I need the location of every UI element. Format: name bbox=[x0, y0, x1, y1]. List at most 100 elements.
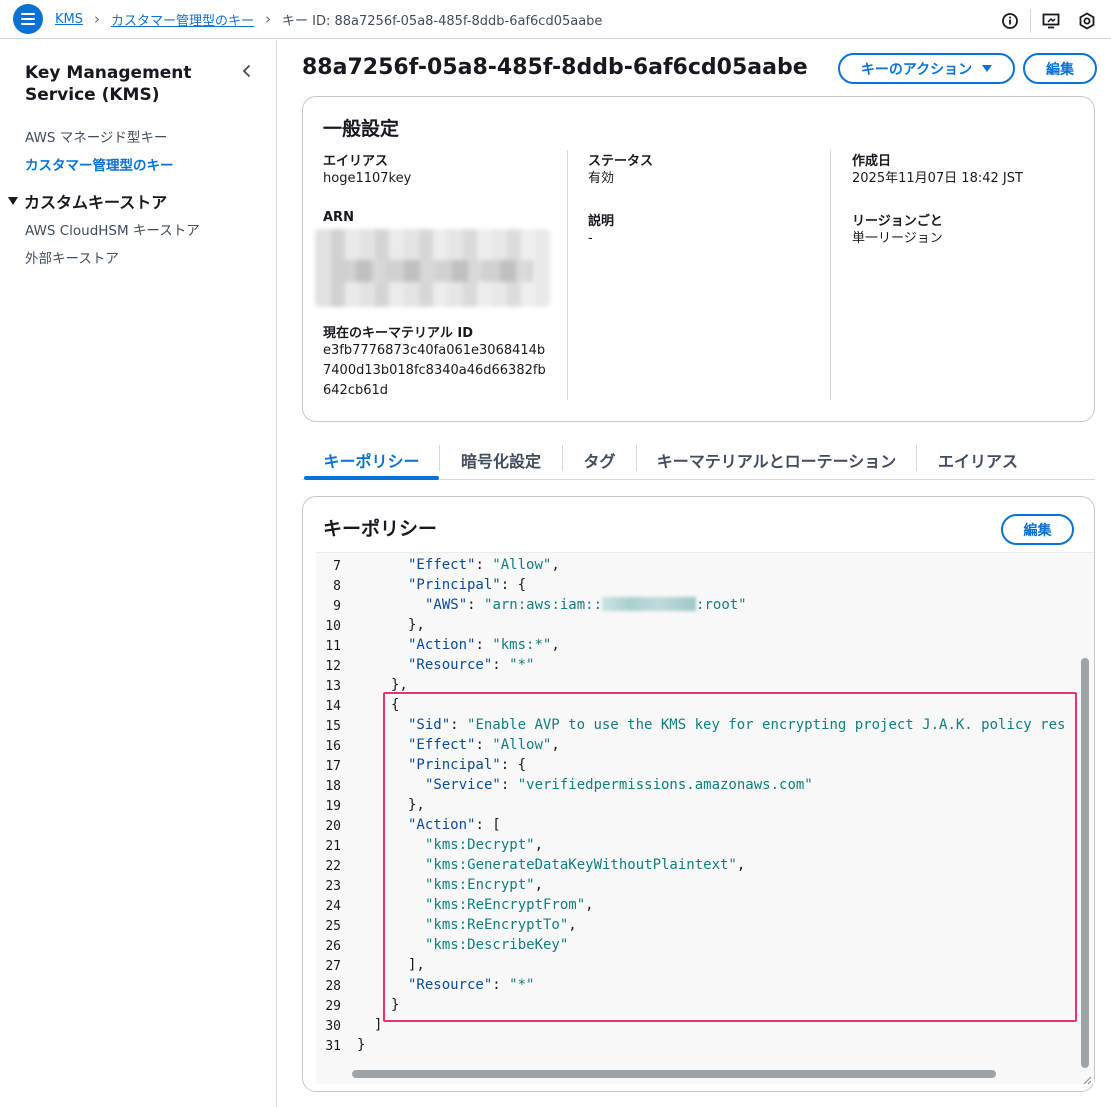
column-divider bbox=[830, 150, 831, 400]
key-actions-button[interactable]: キーのアクション bbox=[838, 53, 1015, 84]
breadcrumb-current: キー ID: 88a7256f-05a8-485f-8ddb-6af6cd05a… bbox=[282, 14, 603, 29]
line-number: 30 bbox=[325, 1019, 341, 1034]
sidebar-title-line1: Key Management bbox=[25, 63, 192, 83]
tab-key-material-rotation[interactable]: キーマテリアルとローテーション bbox=[637, 440, 916, 480]
alias-value: hoge1107key bbox=[323, 171, 412, 186]
key-material-line: 642cb61d bbox=[323, 383, 389, 398]
active-tab-indicator bbox=[304, 476, 439, 480]
line-number: 20 bbox=[325, 819, 341, 834]
sidebar-title[interactable]: Key Management Service (KMS) bbox=[25, 62, 192, 106]
breadcrumb-link-kms[interactable]: KMS bbox=[55, 12, 83, 27]
account-id-redacted bbox=[602, 597, 697, 611]
key-material-line: e3fb7776873c40fa061e3068414b bbox=[323, 343, 546, 358]
code-line: "Action": [ bbox=[408, 817, 501, 833]
line-number: 25 bbox=[325, 919, 341, 934]
code-line: } bbox=[391, 997, 400, 1013]
line-number: 10 bbox=[325, 619, 341, 634]
resize-handle-icon[interactable] bbox=[1080, 1073, 1092, 1085]
menu-icon-bar bbox=[21, 13, 35, 15]
code-line: "kms:ReEncryptTo", bbox=[425, 917, 577, 933]
horizontal-scrollbar[interactable] bbox=[352, 1070, 996, 1078]
settings-hex-icon[interactable] bbox=[1077, 11, 1097, 31]
code-line: }, bbox=[391, 677, 408, 693]
status-label: ステータス bbox=[588, 154, 654, 169]
code-line: "kms:DescribeKey" bbox=[425, 937, 569, 953]
tab-encryption-settings[interactable]: 暗号化設定 bbox=[440, 440, 562, 480]
code-line: "Sid": "Enable AVP to use the KMS key fo… bbox=[408, 717, 1066, 733]
code-line: ] bbox=[374, 1017, 383, 1033]
vertical-scrollbar[interactable] bbox=[1081, 658, 1089, 1068]
line-number: 9 bbox=[333, 599, 341, 614]
line-number: 19 bbox=[325, 799, 341, 814]
edit-key-button[interactable]: 編集 bbox=[1023, 53, 1097, 84]
code-line: "Action": "kms:*", bbox=[408, 637, 560, 653]
page-title: 88a7256f-05a8-485f-8ddb-6af6cd05aabe bbox=[302, 55, 808, 80]
sidebar-title-line2: Service (KMS) bbox=[25, 85, 160, 105]
caret-down-icon bbox=[8, 197, 18, 205]
code-line: "Principal": { bbox=[408, 757, 527, 773]
status-value: 有効 bbox=[588, 171, 615, 186]
caret-down-icon bbox=[982, 65, 993, 72]
line-number: 12 bbox=[325, 659, 341, 674]
line-number: 28 bbox=[325, 979, 341, 994]
info-icon[interactable] bbox=[1000, 11, 1020, 31]
line-number: 26 bbox=[325, 939, 341, 954]
tab-tags[interactable]: タグ bbox=[563, 440, 636, 480]
line-number: 17 bbox=[325, 759, 341, 774]
sidebar-section-custom-key-stores[interactable]: カスタムキーストア bbox=[8, 189, 167, 213]
toolbar-divider bbox=[1030, 9, 1031, 33]
line-number: 16 bbox=[325, 739, 341, 754]
key-material-line: 7400d13b018fc8340a46d66382fb bbox=[323, 363, 546, 378]
line-number: 18 bbox=[325, 779, 341, 794]
code-line: "kms:ReEncryptFrom", bbox=[425, 897, 594, 913]
chevron-left-icon[interactable] bbox=[239, 63, 255, 79]
chevron-right-icon: › bbox=[265, 10, 272, 28]
arn-value-redacted-row bbox=[338, 260, 533, 282]
hamburger-menu-button[interactable] bbox=[13, 4, 43, 34]
line-number: 14 bbox=[325, 699, 341, 714]
code-line: }, bbox=[408, 617, 425, 633]
sidebar-item-external-key-store[interactable]: 外部キーストア bbox=[25, 247, 119, 267]
breadcrumb: KMS › カスタマー管理型のキー › キー ID: 88a7256f-05a8… bbox=[55, 10, 603, 30]
line-number: 22 bbox=[325, 859, 341, 874]
created-value: 2025年11月07日 18:42 JST bbox=[852, 171, 1023, 186]
general-settings-title: 一般設定 bbox=[323, 118, 400, 140]
code-line: "Service": "verifiedpermissions.amazonaw… bbox=[425, 777, 813, 793]
line-number: 29 bbox=[325, 999, 341, 1014]
description-value: - bbox=[588, 231, 593, 246]
sidebar-item-cloudhsm-key-store[interactable]: AWS CloudHSM キーストア bbox=[25, 219, 200, 239]
code-line: "kms:Decrypt", bbox=[425, 837, 544, 853]
key-material-label: 現在のキーマテリアル ID bbox=[323, 326, 474, 341]
line-number: 24 bbox=[325, 899, 341, 914]
code-line: "kms:GenerateDataKeyWithoutPlaintext", bbox=[425, 857, 746, 873]
code-line: "Resource": "*" bbox=[408, 977, 535, 993]
screen-icon[interactable] bbox=[1041, 11, 1061, 31]
column-divider bbox=[567, 150, 568, 400]
code-line: "AWS": "arn:aws:iam:::root" bbox=[425, 597, 747, 613]
code-line: ], bbox=[408, 957, 425, 973]
top-icon-group bbox=[1000, 9, 1097, 33]
code-line: "Principal": { bbox=[408, 577, 527, 593]
created-label: 作成日 bbox=[852, 154, 892, 169]
code-line: { bbox=[391, 697, 400, 713]
side-navigation: Key Management Service (KMS) AWS マネージド型キ… bbox=[0, 40, 277, 1107]
top-navigation-bar: KMS › カスタマー管理型のキー › キー ID: 88a7256f-05a8… bbox=[0, 0, 1111, 39]
region-label: リージョンごと bbox=[852, 214, 943, 229]
line-number: 27 bbox=[325, 959, 341, 974]
edit-policy-button[interactable]: 編集 bbox=[1001, 514, 1074, 545]
breadcrumb-link-customer-managed-keys[interactable]: カスタマー管理型のキー bbox=[111, 10, 254, 29]
tab-key-policy[interactable]: キーポリシー bbox=[304, 440, 439, 480]
sidebar-item-aws-managed-keys[interactable]: AWS マネージド型キー bbox=[25, 126, 167, 146]
sidebar-item-customer-managed-keys[interactable]: カスタマー管理型のキー bbox=[25, 154, 174, 174]
chevron-right-icon: › bbox=[94, 10, 100, 28]
tab-aliases[interactable]: エイリアス bbox=[917, 440, 1039, 480]
line-number: 15 bbox=[325, 719, 341, 734]
alias-label: エイリアス bbox=[323, 154, 389, 169]
key-actions-label: キーのアクション bbox=[860, 61, 973, 78]
line-number: 8 bbox=[333, 579, 341, 594]
code-line: "Resource": "*" bbox=[408, 657, 535, 673]
sidebar-section-label: カスタムキーストア bbox=[24, 193, 168, 212]
key-policy-title: キーポリシー bbox=[323, 518, 438, 540]
line-number: 21 bbox=[325, 839, 341, 854]
description-label: 説明 bbox=[588, 214, 615, 229]
